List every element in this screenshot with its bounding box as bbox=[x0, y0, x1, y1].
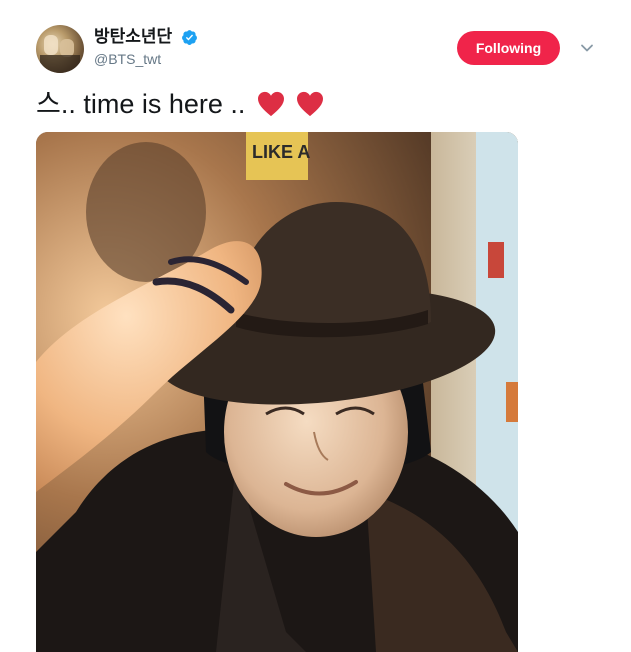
tweet-header: 방탄소년단 @BTS_twt Following bbox=[36, 24, 606, 76]
photo-image: LIKE A bbox=[36, 132, 518, 652]
heart-icon bbox=[257, 91, 284, 117]
following-button[interactable]: Following bbox=[457, 31, 560, 65]
display-name[interactable]: 방탄소년단 bbox=[94, 26, 172, 48]
avatar[interactable] bbox=[36, 25, 84, 73]
tweet-text: 스.. time is here .. bbox=[36, 89, 246, 119]
user-handle[interactable]: @BTS_twt bbox=[94, 49, 198, 69]
heart-icon bbox=[297, 91, 324, 117]
poster-sign: LIKE A bbox=[252, 142, 310, 162]
verified-badge-icon bbox=[181, 29, 197, 45]
account-name-block[interactable]: 방탄소년단 @BTS_twt bbox=[94, 26, 198, 69]
chevron-down-icon[interactable] bbox=[580, 41, 594, 55]
tweet-text-block: 스.. time is here .. bbox=[36, 86, 324, 122]
tweet-photo[interactable]: LIKE A bbox=[36, 132, 518, 652]
